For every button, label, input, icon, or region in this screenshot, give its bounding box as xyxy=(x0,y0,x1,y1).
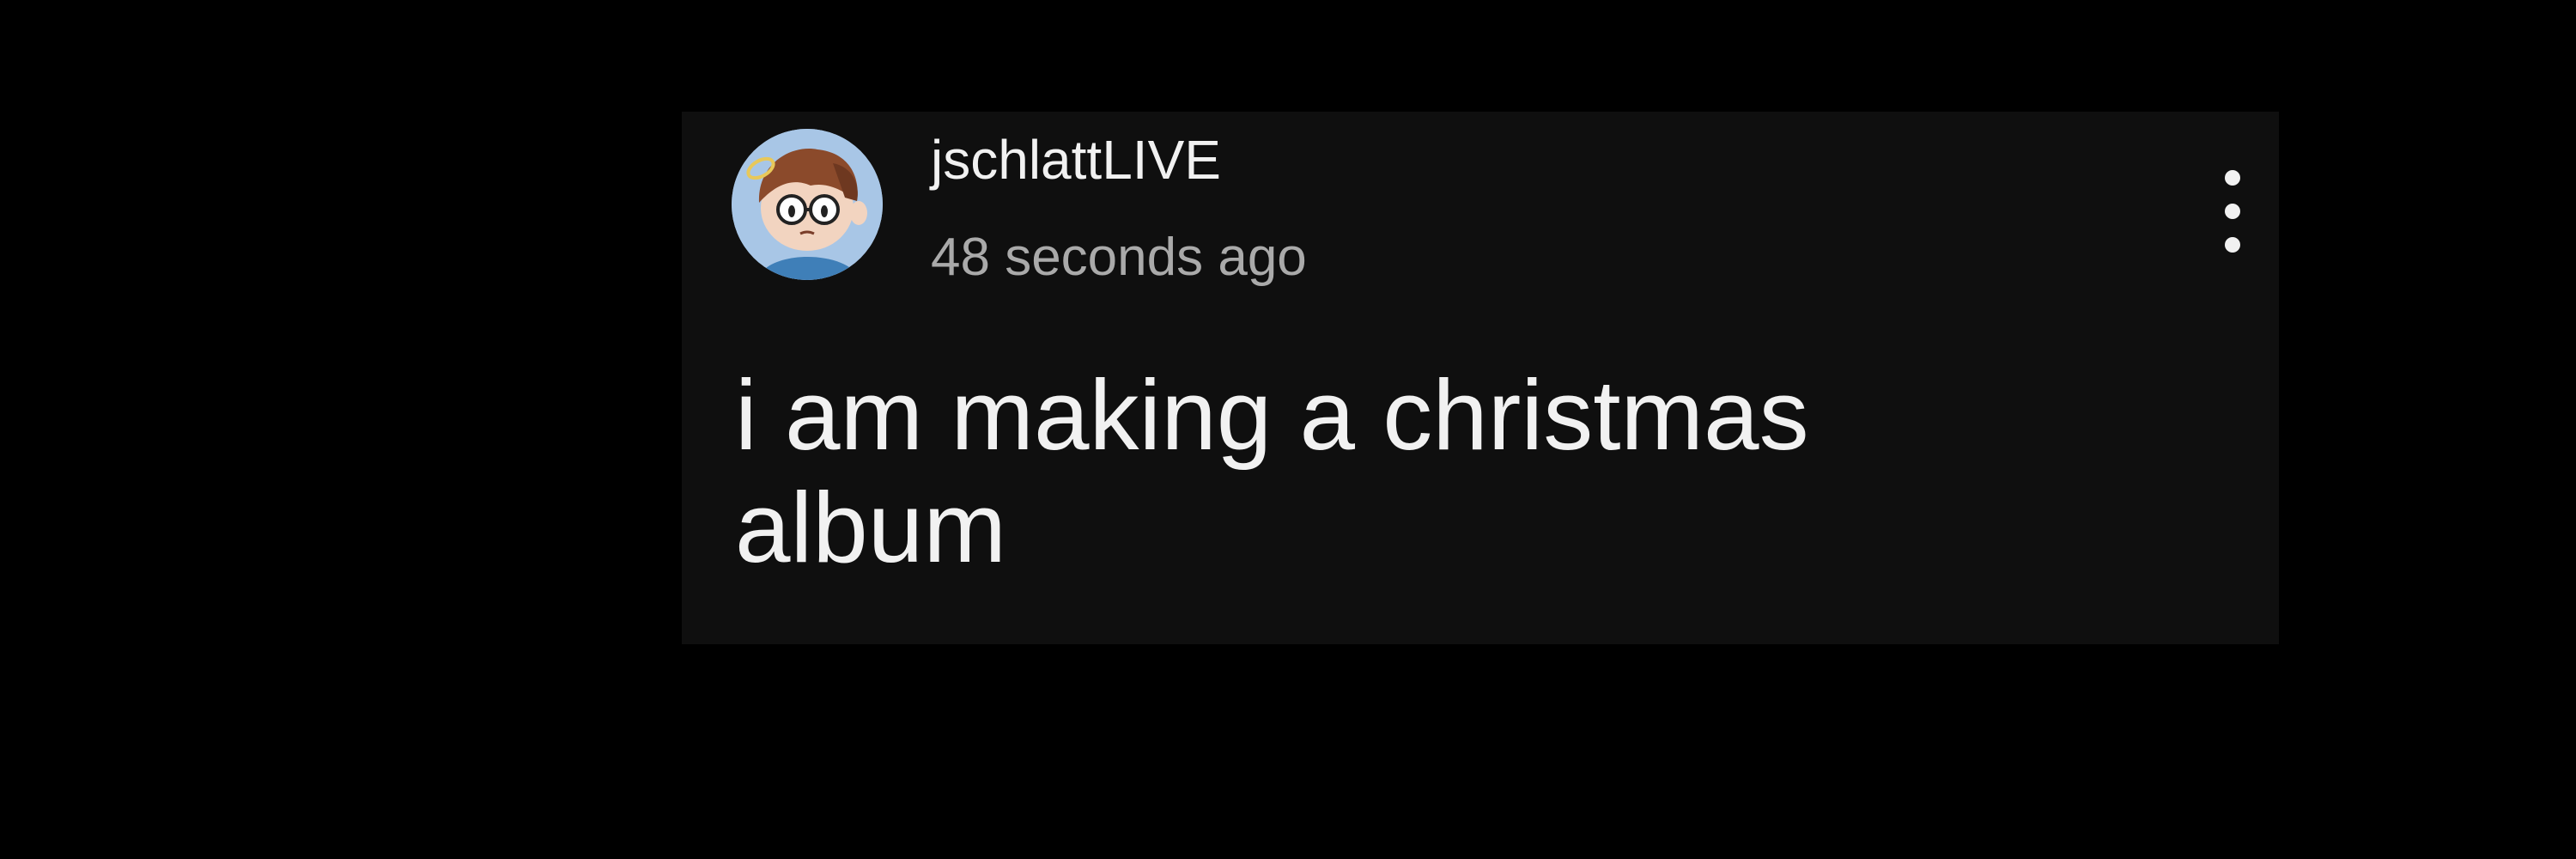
page-background: jschlattLIVE 48 seconds ago i am making … xyxy=(0,0,2576,859)
more-vertical-icon xyxy=(2225,204,2240,219)
comment-text: i am making a christmas album xyxy=(735,359,1809,584)
comment-author[interactable]: jschlattLIVE xyxy=(931,127,1221,193)
comment-timestamp: 48 seconds ago xyxy=(931,228,1307,287)
more-vertical-icon xyxy=(2225,170,2240,186)
comment-card: jschlattLIVE 48 seconds ago i am making … xyxy=(682,112,2279,644)
more-vertical-icon xyxy=(2225,237,2240,253)
cartoon-avatar-icon xyxy=(732,129,883,280)
avatar[interactable] xyxy=(732,129,883,280)
more-options-button[interactable] xyxy=(2207,170,2258,253)
